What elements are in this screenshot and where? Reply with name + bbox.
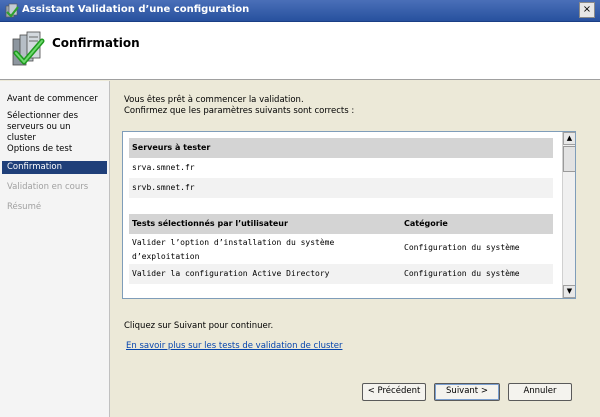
page-header: Confirmation xyxy=(0,22,600,80)
list-item-server: srva.smnet.fr xyxy=(129,158,553,178)
next-button[interactable]: Suivant > xyxy=(434,383,500,401)
page-title: Confirmation xyxy=(52,36,140,50)
nav-step-validation: Validation en cours xyxy=(7,182,89,192)
title-bar: Assistant Validation d’une configuration… xyxy=(0,0,600,22)
nav-step-before-you-begin[interactable]: Avant de commencer xyxy=(2,93,107,106)
intro-text: Vous êtes prêt à commencer la validation… xyxy=(124,95,564,117)
vertical-scrollbar[interactable]: ▲ ▼ xyxy=(562,132,575,298)
intro-line-1: Vous êtes prêt à commencer la validation… xyxy=(124,95,304,105)
scroll-up-arrow-icon[interactable]: ▲ xyxy=(563,132,575,145)
category-header-label: Catégorie xyxy=(404,219,448,228)
cancel-button[interactable]: Annuler xyxy=(508,383,572,401)
continue-instruction: Cliquez sur Suivant pour continuer. xyxy=(124,321,274,331)
previous-button[interactable]: < Précédent xyxy=(362,383,426,401)
scroll-thumb[interactable] xyxy=(563,146,575,172)
learn-more-link[interactable]: En savoir plus sur les tests de validati… xyxy=(126,341,342,351)
confirmation-list[interactable]: Serveurs à tester srva.smnet.fr srvb.smn… xyxy=(122,131,576,299)
test-name: Valider la configuration Active Director… xyxy=(132,269,330,278)
wizard-steps-nav: Avant de commencer Sélectionner des serv… xyxy=(0,81,110,417)
cluster-validation-icon xyxy=(5,3,19,18)
server-name: srvb.smnet.fr xyxy=(132,183,195,192)
nav-step-summary: Résumé xyxy=(7,202,42,212)
tests-header-label: Tests sélectionnés par l’utilisateur xyxy=(132,219,288,228)
tests-header: Tests sélectionnés par l’utilisateur Cat… xyxy=(129,214,553,234)
button-bar: < Précédent Suivant > Annuler xyxy=(111,373,600,417)
nav-step-test-options[interactable]: Options de test xyxy=(2,143,107,156)
test-category: Configuration du système xyxy=(404,243,520,252)
window-title: Assistant Validation d’une configuration xyxy=(22,4,250,15)
nav-step-select-servers[interactable]: Sélectionner des serveurs ou un cluster xyxy=(2,110,107,145)
test-name: Valider l’option d’installation du systè… xyxy=(132,238,335,261)
confirmation-list-content: Serveurs à tester srva.smnet.fr srvb.smn… xyxy=(129,138,553,284)
nav-step-confirmation[interactable]: Confirmation xyxy=(2,161,107,174)
scroll-down-arrow-icon[interactable]: ▼ xyxy=(563,285,575,298)
main-content: Vous êtes prêt à commencer la validation… xyxy=(111,81,600,373)
list-item-server: srvb.smnet.fr xyxy=(129,178,553,198)
test-category: Configuration du système xyxy=(404,269,520,278)
servers-check-icon xyxy=(12,31,45,66)
list-item-test: Valider la configuration Active Director… xyxy=(129,264,553,284)
intro-line-2: Confirmez que les paramètres suivants so… xyxy=(124,106,355,116)
servers-header-label: Serveurs à tester xyxy=(132,143,211,152)
close-button[interactable]: × xyxy=(579,2,595,18)
servers-header: Serveurs à tester xyxy=(129,138,553,158)
server-name: srva.smnet.fr xyxy=(132,163,195,172)
list-item-test: Valider l’option d’installation du systè… xyxy=(129,234,553,264)
